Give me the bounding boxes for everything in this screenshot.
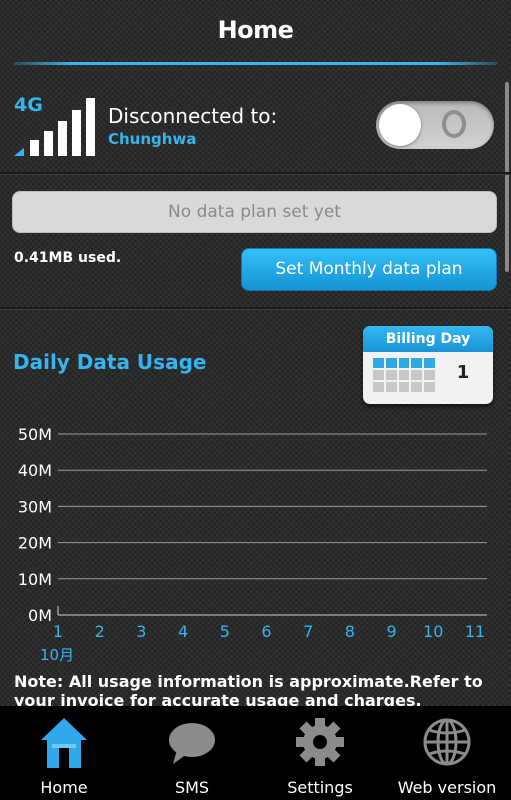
x-tick-label: 7 — [303, 622, 313, 641]
carrier-name: Chunghwa — [108, 130, 197, 148]
signal-bar — [86, 98, 95, 156]
x-tick-label: 8 — [345, 622, 355, 641]
nav-sms[interactable]: SMS — [128, 706, 256, 800]
x-tick-label: 11 — [465, 622, 485, 641]
section-divider — [0, 172, 511, 175]
data-plan-bar: No data plan set yet — [12, 191, 497, 233]
signal-bar — [72, 110, 81, 156]
nav-settings-label: Settings — [287, 778, 353, 797]
connection-toggle[interactable] — [376, 101, 494, 149]
y-tick-label: 0M — [28, 606, 52, 625]
x-tick-label: 2 — [95, 622, 105, 641]
signal-corner-mark — [14, 148, 24, 156]
section-divider — [0, 307, 511, 310]
daily-usage-chart: 0M 10M 20M 30M 40M 50M 1 2 3 4 5 6 7 8 9 10 11 10月 — [18, 425, 487, 664]
usage-title: Daily Data Usage — [13, 350, 207, 374]
chat-bubble-icon — [169, 723, 215, 764]
y-tick-label: 40M — [18, 461, 52, 480]
set-data-plan-button[interactable]: Set Monthly data plan — [241, 248, 497, 291]
x-tick-label: 5 — [220, 622, 230, 641]
signal-bar — [30, 140, 39, 156]
network-type-label: 4G — [14, 94, 43, 116]
app-header: Home — [0, 0, 511, 66]
nav-home-label: Home — [40, 778, 88, 797]
signal-bar — [58, 121, 67, 156]
y-tick-label: 50M — [18, 425, 52, 444]
y-tick-label: 20M — [18, 534, 52, 553]
signal-bar — [44, 131, 53, 156]
x-tick-label: 4 — [178, 622, 188, 641]
nav-sms-label: SMS — [174, 778, 210, 797]
toggle-knob — [379, 104, 421, 146]
usage-note: Note: All usage information is approxima… — [14, 672, 504, 710]
nav-home[interactable]: Home — [0, 706, 128, 800]
calendar-icon — [373, 358, 435, 392]
gear-icon — [296, 718, 344, 766]
page-title: Home — [217, 16, 294, 44]
nav-settings[interactable]: Settings — [256, 706, 384, 800]
x-axis-label: 10月 — [40, 646, 74, 664]
usage-note-text: Note: All usage information is approxima… — [14, 672, 483, 710]
x-tick-label: 3 — [136, 622, 146, 641]
header-divider — [14, 62, 497, 65]
connection-status: Disconnected to: — [108, 104, 278, 128]
nav-web-version[interactable]: Web version — [383, 706, 511, 800]
globe-icon — [423, 718, 471, 766]
bottom-navigation: Home SMS Settings Web version — [0, 706, 511, 800]
nav-web-version-label: Web version — [397, 778, 497, 797]
billing-day-button[interactable]: Billing Day 1 — [363, 326, 493, 404]
billing-day-label: Billing Day — [363, 326, 493, 352]
x-tick-label: 9 — [387, 622, 397, 641]
x-tick-label: 6 — [261, 622, 271, 641]
x-tick-label: 1 — [53, 622, 63, 641]
toggle-off-icon — [442, 110, 466, 138]
y-tick-label: 10M — [18, 570, 52, 589]
data-used-text: 0.41MB used. — [14, 250, 122, 266]
billing-day-value: 1 — [456, 362, 470, 383]
x-tick-label: 10 — [423, 622, 443, 641]
y-tick-label: 30M — [18, 497, 52, 516]
home-icon — [41, 718, 87, 768]
